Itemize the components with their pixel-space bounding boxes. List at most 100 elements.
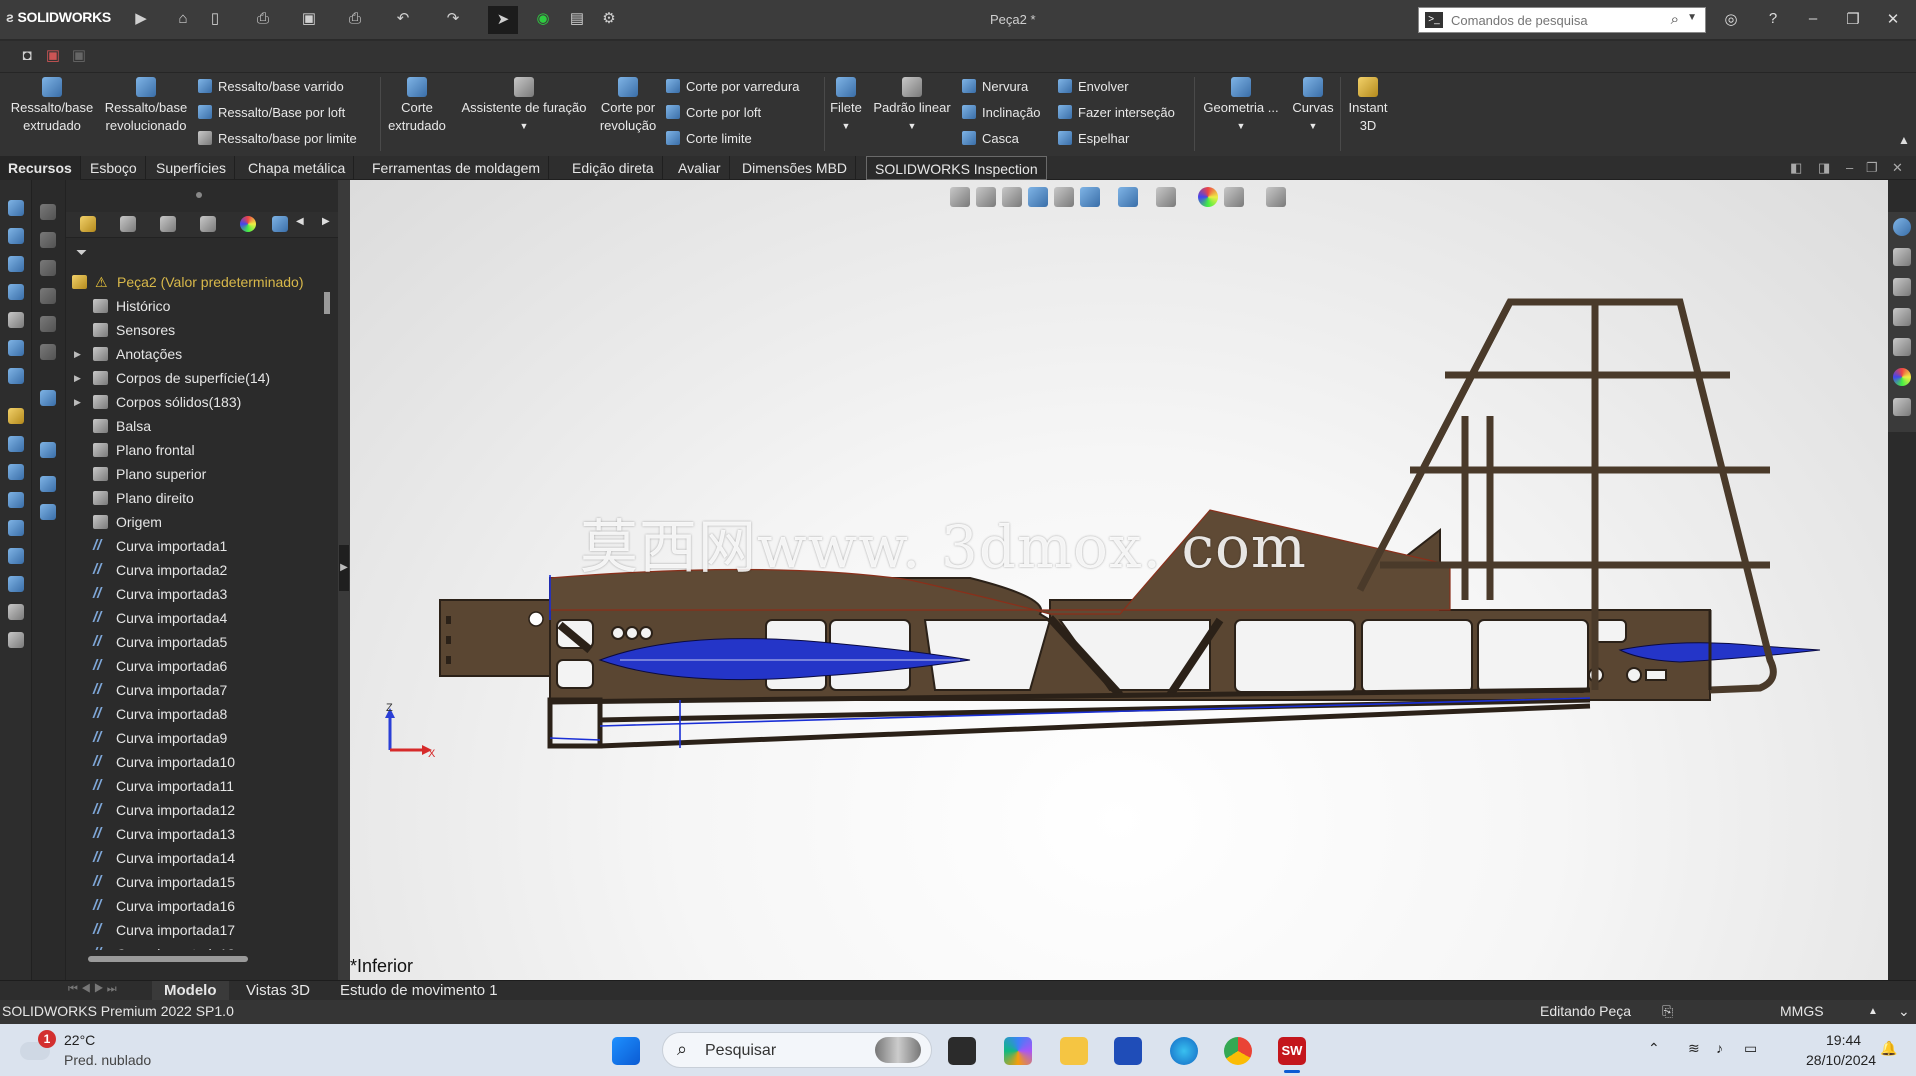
move-icon[interactable] (8, 312, 24, 328)
view-settings-icon[interactable] (1266, 187, 1286, 207)
viewport-close-icon[interactable]: ✕ (1892, 160, 1903, 176)
zoom-to-fit-icon[interactable] (950, 187, 970, 207)
shortcut-icon[interactable] (40, 504, 56, 520)
command-search-box[interactable]: >_ ⌕ ▼ (1418, 7, 1706, 33)
tree-item[interactable]: Origem (66, 510, 318, 534)
tray-overflow-icon[interactable]: ⌃ (1648, 1040, 1660, 1057)
tree-item-curve[interactable]: // Curva importada5 (66, 630, 318, 654)
clock-time[interactable]: 19:44 (1826, 1032, 1861, 1048)
dimxpert-icon[interactable] (200, 216, 216, 232)
snapshot-icon[interactable]: ▣ (44, 47, 62, 65)
custom-properties-icon[interactable] (1893, 398, 1911, 416)
help-icon[interactable]: ? (1762, 10, 1784, 30)
options-gear-icon[interactable]: ⚙ (600, 10, 618, 28)
tree-item[interactable]: Plano direito (66, 486, 318, 510)
revolve-boss-button[interactable]: Ressalto/base revolucionado (100, 77, 192, 135)
boundary-cut-button[interactable]: Corte limite (666, 129, 752, 149)
axis-icon[interactable] (8, 520, 24, 536)
home-icon[interactable]: ⌂ (174, 10, 192, 28)
rebuild-icon[interactable]: ◉ (534, 10, 552, 28)
tab-recursos[interactable]: Recursos (0, 156, 81, 180)
sketch-icon[interactable] (8, 200, 24, 216)
tree-item-curve[interactable]: // Curva importada3 (66, 582, 318, 606)
tree-expand-icon[interactable]: ▶ (74, 366, 81, 390)
tab-ferramentas-moldagem[interactable]: Ferramentas de moldagem (364, 156, 550, 180)
cut-revolve-button[interactable]: Corte por revolução (594, 77, 662, 135)
instant3d-side-icon[interactable] (8, 408, 24, 424)
tree-item-curve[interactable]: // Curva importada14 (66, 846, 318, 870)
property-manager-icon[interactable] (120, 216, 136, 232)
dynamic-annotation-icon[interactable] (1054, 187, 1074, 207)
task-view-icon[interactable] (948, 1037, 976, 1065)
tree-item[interactable]: Balsa (66, 414, 318, 438)
wrap-button[interactable]: Envolver (1058, 77, 1129, 97)
windows-start-icon[interactable] (612, 1037, 640, 1065)
restore-icon[interactable]: ❐ (1842, 10, 1864, 30)
scrollbar-thumb[interactable] (324, 292, 330, 314)
previous-view-icon[interactable] (1002, 187, 1022, 207)
tree-item-curve[interactable]: // Curva importada8 (66, 702, 318, 726)
weather-widget[interactable]: 1 (20, 1030, 56, 1064)
configuration-manager-icon[interactable] (160, 216, 176, 232)
viewport-split-icon[interactable]: ◨ (1818, 160, 1830, 176)
reference-geometry-button[interactable]: Geometria ... ▼ (1196, 77, 1286, 135)
taskbar-search[interactable]: ⌕ Pesquisar (662, 1032, 932, 1068)
minimize-icon[interactable]: – (1802, 10, 1824, 30)
notifications-bell-icon[interactable]: 🔔 (1880, 1040, 1897, 1057)
linear-pattern-button[interactable]: Padrão linear ▼ (868, 77, 956, 135)
tree-item-curve[interactable]: // Curva importada10 (66, 750, 318, 774)
tree-item-curve[interactable]: // Curva importada13 (66, 822, 318, 846)
mirror-button[interactable]: Espelhar (1058, 129, 1129, 149)
feature-manager-icon[interactable] (80, 216, 96, 232)
swept-cut-button[interactable]: Corte por varredura (666, 77, 799, 97)
tree-item-curve[interactable]: // Curva importada12 (66, 798, 318, 822)
unit-dropdown-icon[interactable]: ▲ (1868, 1006, 1878, 1017)
fillet-button[interactable]: Filete ▼ (826, 77, 866, 135)
geometry-dropdown-icon[interactable]: ▼ (1196, 117, 1286, 135)
zoom-side-icon[interactable] (8, 604, 24, 620)
status-expand-icon[interactable]: ⌄ (1898, 1003, 1910, 1020)
open-icon[interactable]: ⎙ (254, 10, 272, 28)
redo-icon[interactable]: ↷ (444, 10, 462, 28)
tab-avaliar[interactable]: Avaliar (670, 156, 730, 180)
solidworks-resources-icon[interactable] (1893, 218, 1911, 236)
home-pane-icon[interactable] (1893, 248, 1911, 266)
tree-item-curve[interactable]: // Curva importada16 (66, 894, 318, 918)
select-cursor-icon[interactable]: ➤ (488, 6, 518, 34)
rebuild-status-icon[interactable]: ⎘ (1662, 1003, 1673, 1020)
tab-modelo[interactable]: Modelo (152, 981, 229, 1001)
tab-scroll-left-icon[interactable]: ◀ (296, 216, 304, 227)
chrome-browser-icon[interactable] (1224, 1037, 1252, 1065)
extrude-boss-button[interactable]: Ressalto/base extrudado (6, 77, 98, 135)
curves-dropdown-icon[interactable]: ▼ (1290, 117, 1336, 135)
tree-item-curve[interactable]: // Curva importada18 (66, 942, 318, 950)
tree-item[interactable]: Plano frontal (66, 438, 318, 462)
appearance-icon[interactable] (240, 216, 256, 232)
tree-item-curve[interactable]: // Curva importada9 (66, 726, 318, 750)
plane-icon[interactable] (8, 492, 24, 508)
wifi-icon[interactable]: ≋ (1688, 1040, 1700, 1057)
volume-icon[interactable]: ♪ (1716, 1040, 1723, 1056)
edge-browser-icon[interactable] (1170, 1037, 1198, 1065)
filter-icon[interactable]: ⏷ (76, 244, 87, 261)
point-icon[interactable] (8, 576, 24, 592)
coordinate-icon[interactable] (8, 548, 24, 564)
instant3d-button[interactable]: Instant 3D (1342, 77, 1394, 135)
tree-item[interactable]: Histórico (66, 294, 318, 318)
viewport-maximize-icon[interactable]: ❐ (1866, 160, 1878, 176)
tree-item[interactable]: Sensores (66, 318, 318, 342)
fillet-dropdown-icon[interactable]: ▼ (826, 117, 866, 135)
splitter-grip-icon[interactable]: ▶ (339, 545, 349, 591)
tree-item-curve[interactable]: // Curva importada15 (66, 870, 318, 894)
display-style-icon[interactable] (1118, 187, 1138, 207)
shortcut-icon[interactable] (40, 390, 56, 406)
tab-vistas-3d[interactable]: Vistas 3D (246, 981, 310, 1001)
tree-item[interactable]: ▶ Anotações (66, 342, 318, 366)
undo-icon[interactable]: ↶ (394, 10, 412, 28)
account-icon[interactable]: ◎ (1720, 10, 1742, 30)
search-icon[interactable]: ⌕ (1671, 11, 1679, 28)
panel-splitter[interactable]: ▶ (338, 180, 350, 980)
microsoft-store-icon[interactable] (1114, 1037, 1142, 1065)
tab-chapa-metalica[interactable]: Chapa metálica (240, 156, 355, 180)
shortcut-icon[interactable] (40, 442, 56, 458)
